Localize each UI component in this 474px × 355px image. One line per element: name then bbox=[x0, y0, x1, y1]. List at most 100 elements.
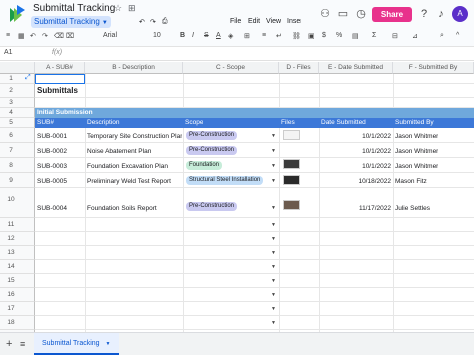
redo-icon[interactable]: ↷ bbox=[42, 32, 48, 40]
row-header[interactable]: 10 bbox=[0, 188, 35, 218]
cell-submitted-by[interactable]: Mason Fitz bbox=[395, 178, 427, 185]
scope-chip[interactable]: Foundation bbox=[186, 161, 223, 170]
clear-format-icon[interactable]: ⌧ bbox=[66, 32, 74, 40]
text-color-button[interactable]: A bbox=[216, 32, 221, 39]
file-thumbnail[interactable] bbox=[283, 159, 300, 169]
column-header-c[interactable]: C - Scope bbox=[183, 62, 279, 74]
column-header-a[interactable]: A - SUB# bbox=[35, 62, 85, 74]
add-sheet-icon[interactable]: + bbox=[6, 338, 12, 350]
wrap-icon[interactable]: ↵ bbox=[276, 32, 282, 40]
row-header[interactable]: 7 bbox=[0, 143, 35, 158]
row-header[interactable]: 11 bbox=[0, 218, 35, 232]
row-header[interactable]: 8 bbox=[0, 158, 35, 173]
dropdown-arrow-icon[interactable]: ▼ bbox=[271, 133, 276, 139]
dropdown-arrow-icon[interactable]: ▼ bbox=[271, 222, 276, 228]
paint-format-icon[interactable]: ⌫ bbox=[54, 32, 64, 40]
dropdown-arrow-icon[interactable]: ▼ bbox=[271, 163, 276, 169]
cell-date[interactable]: 10/1/2022 bbox=[319, 163, 391, 170]
row-header[interactable]: 9 bbox=[0, 173, 35, 188]
cell-submitted-by[interactable]: Jason Whitmer bbox=[395, 133, 438, 140]
column-header-b[interactable]: B - Description bbox=[85, 62, 183, 74]
currency-icon[interactable]: $ bbox=[322, 32, 326, 39]
cell-date[interactable]: 11/17/2022 bbox=[319, 205, 391, 212]
scope-chip[interactable]: Pre-Construction bbox=[186, 202, 238, 211]
search-icon[interactable]: ⌕ bbox=[440, 32, 444, 40]
function-icon[interactable]: Σ bbox=[372, 32, 376, 39]
history-icon[interactable]: ◷ bbox=[354, 7, 368, 21]
dropdown-arrow-icon[interactable]: ▼ bbox=[271, 306, 276, 312]
row-header[interactable]: 1 ⤢ bbox=[0, 74, 35, 84]
dropdown-arrow-icon[interactable]: ▼ bbox=[271, 236, 276, 242]
help-icon[interactable]: ? bbox=[417, 7, 431, 21]
sheet-selector[interactable]: Submittal Tracking ▼ bbox=[31, 16, 111, 28]
dropdown-arrow-icon[interactable]: ▼ bbox=[271, 205, 276, 211]
scope-chip[interactable]: Pre-Construction bbox=[186, 131, 238, 140]
grid-view-icon[interactable]: ▦ bbox=[18, 32, 25, 40]
cell-date[interactable]: 10/18/2022 bbox=[319, 178, 391, 185]
file-thumbnail[interactable] bbox=[283, 200, 300, 210]
table-icon[interactable]: ⊟ bbox=[392, 32, 398, 40]
scope-chip[interactable]: Pre-Construction bbox=[186, 146, 238, 155]
percent-icon[interactable]: % bbox=[336, 32, 342, 39]
font-selector[interactable]: Arial bbox=[103, 32, 117, 39]
cell-sub[interactable]: SUB-0004 bbox=[37, 205, 67, 212]
undo-icon[interactable]: ↶ bbox=[30, 32, 36, 40]
borders-icon[interactable]: ⊞ bbox=[244, 32, 250, 40]
cell-sub[interactable]: SUB-0005 bbox=[37, 178, 67, 185]
cell-description[interactable]: Noise Abatement Plan bbox=[87, 148, 182, 155]
filter-icon[interactable]: ≡ bbox=[6, 32, 10, 39]
column-header-e[interactable]: E - Date Submitted bbox=[319, 62, 393, 74]
scope-chip[interactable]: Structural Steel Installation bbox=[186, 176, 264, 185]
row-header[interactable]: 15 bbox=[0, 274, 35, 288]
column-header-f[interactable]: F - Submitted By bbox=[393, 62, 474, 74]
cell-sub[interactable]: SUB-0002 bbox=[37, 148, 67, 155]
move-icon[interactable]: ⊞ bbox=[128, 3, 136, 14]
cell-description[interactable]: Foundation Soils Report bbox=[87, 205, 182, 212]
fill-color-icon[interactable]: ◈ bbox=[228, 32, 233, 40]
menu-view[interactable]: View bbox=[266, 18, 281, 25]
redo-icon[interactable]: ↷ bbox=[150, 18, 156, 26]
select-all-corner[interactable] bbox=[0, 62, 35, 74]
star-icon[interactable]: ☆ bbox=[114, 3, 122, 14]
cell-description[interactable]: Foundation Excavation Plan bbox=[87, 163, 182, 170]
link-icon[interactable]: ⛓ bbox=[292, 32, 301, 40]
cell-date[interactable]: 10/1/2022 bbox=[319, 148, 391, 155]
strikethrough-button[interactable]: S bbox=[204, 32, 209, 39]
dropdown-arrow-icon[interactable]: ▼ bbox=[271, 250, 276, 256]
row-header[interactable]: 2 bbox=[0, 84, 35, 98]
cell-submitted-by[interactable]: Julie Settles bbox=[395, 205, 430, 212]
bell-icon[interactable]: ♪ bbox=[434, 7, 448, 21]
menu-edit[interactable]: Edit bbox=[248, 18, 260, 25]
cell-sub[interactable]: SUB-0003 bbox=[37, 163, 67, 170]
undo-icon[interactable]: ↶ bbox=[139, 18, 145, 26]
cell-sub[interactable]: SUB-0001 bbox=[37, 133, 67, 140]
dropdown-arrow-icon[interactable]: ▼ bbox=[271, 292, 276, 298]
row-header[interactable]: 14 bbox=[0, 260, 35, 274]
dropdown-arrow-icon[interactable]: ▼ bbox=[271, 178, 276, 184]
cell-submitted-by[interactable]: Jason Whitmer bbox=[395, 148, 438, 155]
dropdown-arrow-icon[interactable]: ▼ bbox=[271, 264, 276, 270]
cell-reference[interactable]: A1 bbox=[4, 49, 13, 56]
file-thumbnail[interactable] bbox=[283, 175, 300, 185]
row-header[interactable]: 12 bbox=[0, 232, 35, 246]
all-sheets-icon[interactable]: ≡ bbox=[20, 339, 25, 349]
expand-icon[interactable]: ⤢ bbox=[25, 74, 31, 82]
row-header[interactable]: 6 bbox=[0, 128, 35, 143]
row-header[interactable]: 18 bbox=[0, 316, 35, 330]
row-header[interactable]: 13 bbox=[0, 246, 35, 260]
row-header[interactable]: 4 bbox=[0, 108, 35, 118]
bot-icon[interactable]: ⚇ bbox=[318, 7, 332, 21]
insert-image-icon[interactable]: ▣ bbox=[308, 32, 315, 40]
print-icon[interactable]: ⎙ bbox=[162, 18, 168, 26]
cell-submitted-by[interactable]: Jason Whitmer bbox=[395, 163, 438, 170]
dropdown-arrow-icon[interactable]: ▼ bbox=[271, 320, 276, 326]
font-size-selector[interactable]: 10 bbox=[153, 32, 161, 39]
menu-file[interactable]: File bbox=[230, 18, 241, 25]
chart-icon[interactable]: ▤ bbox=[352, 32, 359, 40]
filter-view-icon[interactable]: ⊿ bbox=[412, 32, 418, 40]
menu-insert[interactable]: Insert bbox=[287, 18, 301, 25]
row-header[interactable]: 17 bbox=[0, 302, 35, 316]
document-title[interactable]: Submittal Tracking bbox=[33, 3, 115, 14]
row-header[interactable]: 5 bbox=[0, 118, 35, 128]
column-header-d[interactable]: D - Files bbox=[279, 62, 319, 74]
